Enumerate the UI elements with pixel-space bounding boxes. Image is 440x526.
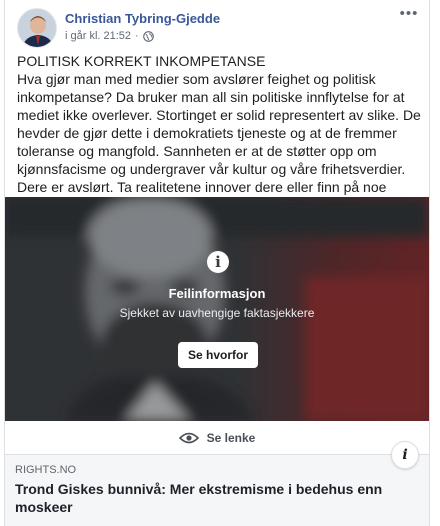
fact-check-media[interactable]: i Feilinformasjon Sjekket av uavhengige …	[5, 197, 429, 421]
post-card: Christian Tybring-Gjedde i går kl. 21:52…	[4, 0, 430, 526]
context-info-icon[interactable]: i	[391, 441, 419, 469]
more-options-button[interactable]: •••	[397, 6, 421, 26]
see-link-button[interactable]: Se lenke	[5, 421, 429, 455]
fact-check-overlay: i Feilinformasjon Sjekket av uavhengige …	[5, 197, 429, 421]
post-text-body: Hva gjør man med medier som avslører fei…	[17, 71, 421, 213]
eye-icon	[178, 432, 199, 443]
info-icon: i	[207, 251, 229, 273]
link-preview[interactable]: RIGHTS.NO Trond Giskes bunnivå: Mer ekst…	[5, 441, 429, 526]
fact-check-title: Feilinformasjon	[168, 286, 266, 301]
meta-separator: ·	[135, 30, 139, 42]
post-meta: i går kl. 21:52 ·	[65, 30, 154, 42]
fact-check-subtitle: Sjekket av uavhengige faktasjekkere	[119, 306, 315, 320]
link-headline[interactable]: Trond Giskes bunnivå: Mer ekstremisme i …	[15, 480, 385, 516]
see-why-button[interactable]: Se hvorfor	[178, 342, 258, 368]
see-link-label: Se lenke	[206, 430, 256, 445]
link-domain: RIGHTS.NO	[15, 464, 77, 476]
post-text: POLITISK KORREKT INKOMPETANSE Hva gjør m…	[17, 52, 421, 214]
post-header: Christian Tybring-Gjedde i går kl. 21:52…	[17, 6, 421, 48]
avatar-image	[18, 9, 56, 47]
author-avatar[interactable]	[17, 8, 57, 48]
author-name[interactable]: Christian Tybring-Gjedde	[65, 11, 220, 26]
post-timestamp[interactable]: i går kl. 21:52	[65, 30, 131, 42]
post-text-title: POLITISK KORREKT INKOMPETANSE	[17, 53, 266, 69]
globe-icon[interactable]	[142, 30, 154, 42]
